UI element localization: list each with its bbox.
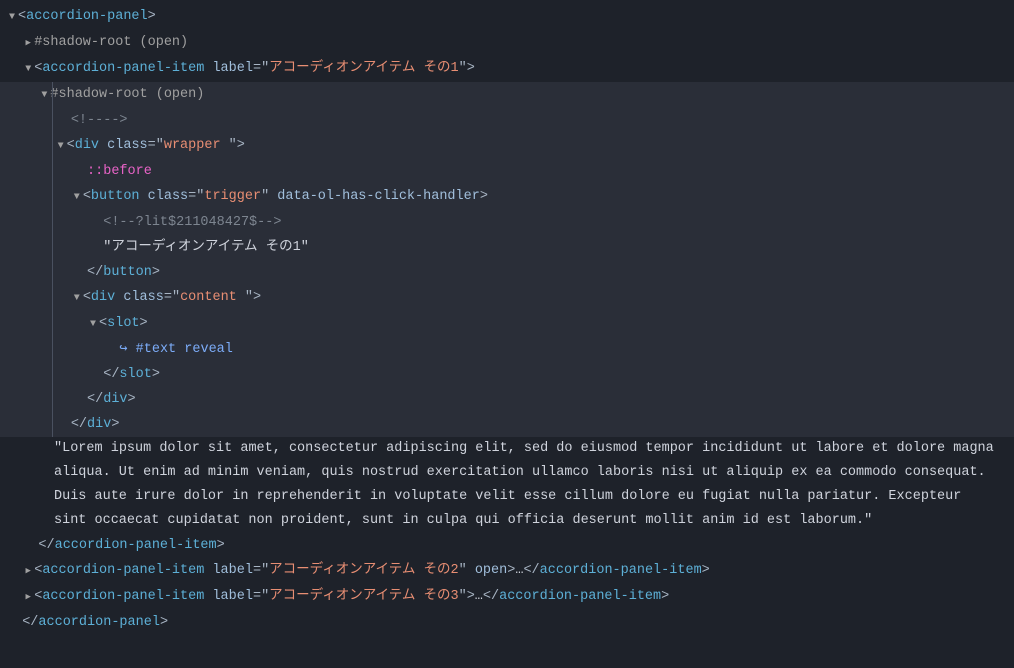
- close-tag[interactable]: </accordion-panel-item>: [0, 533, 1014, 558]
- dom-node[interactable]: <accordion-panel-item label="アコーディオンアイテム…: [0, 56, 1014, 82]
- chevron-down-icon[interactable]: [38, 82, 50, 108]
- shadow-root-node[interactable]: #shadow-root (open): [0, 30, 1014, 56]
- dom-tree-panel[interactable]: <accordion-panel> #shadow-root (open) <a…: [0, 4, 1014, 635]
- chevron-right-icon[interactable]: [22, 30, 34, 56]
- pseudo-element[interactable]: ::before: [0, 159, 1014, 184]
- comment-node[interactable]: <!---->: [0, 108, 1014, 133]
- close-tag[interactable]: </div>: [0, 412, 1014, 437]
- dom-node[interactable]: <div class="wrapper ">: [0, 133, 1014, 159]
- chevron-down-icon[interactable]: [55, 133, 67, 159]
- dom-node[interactable]: <button class="trigger" data-ol-has-clic…: [0, 184, 1014, 210]
- shadow-root-node[interactable]: #shadow-root (open): [0, 82, 1014, 108]
- reveal-link[interactable]: ↪ #text reveal: [0, 337, 1014, 362]
- chevron-down-icon[interactable]: [6, 4, 18, 30]
- dom-node[interactable]: <accordion-panel>: [0, 4, 1014, 30]
- dom-node[interactable]: <slot>: [0, 311, 1014, 337]
- chevron-down-icon[interactable]: [87, 311, 99, 337]
- dom-node[interactable]: <accordion-panel-item label="アコーディオンアイテム…: [0, 584, 1014, 610]
- chevron-down-icon[interactable]: [22, 56, 34, 82]
- close-tag[interactable]: </div>: [0, 387, 1014, 412]
- chevron-down-icon[interactable]: [71, 285, 83, 311]
- close-tag[interactable]: </slot>: [0, 362, 1014, 387]
- close-tag[interactable]: </button>: [0, 260, 1014, 285]
- chevron-right-icon[interactable]: [22, 558, 34, 584]
- comment-node[interactable]: <!--?lit$211048427$-->: [0, 210, 1014, 235]
- dom-node[interactable]: <div class="content ">: [0, 285, 1014, 311]
- dom-node[interactable]: <accordion-panel-item label="アコーディオンアイテム…: [0, 558, 1014, 584]
- text-node[interactable]: "アコーディオンアイテム その1": [0, 235, 1014, 260]
- text-node[interactable]: "Lorem ipsum dolor sit amet, consectetur…: [0, 437, 1014, 533]
- chevron-right-icon[interactable]: [22, 584, 34, 610]
- chevron-down-icon[interactable]: [71, 184, 83, 210]
- close-tag[interactable]: </accordion-panel>: [0, 610, 1014, 635]
